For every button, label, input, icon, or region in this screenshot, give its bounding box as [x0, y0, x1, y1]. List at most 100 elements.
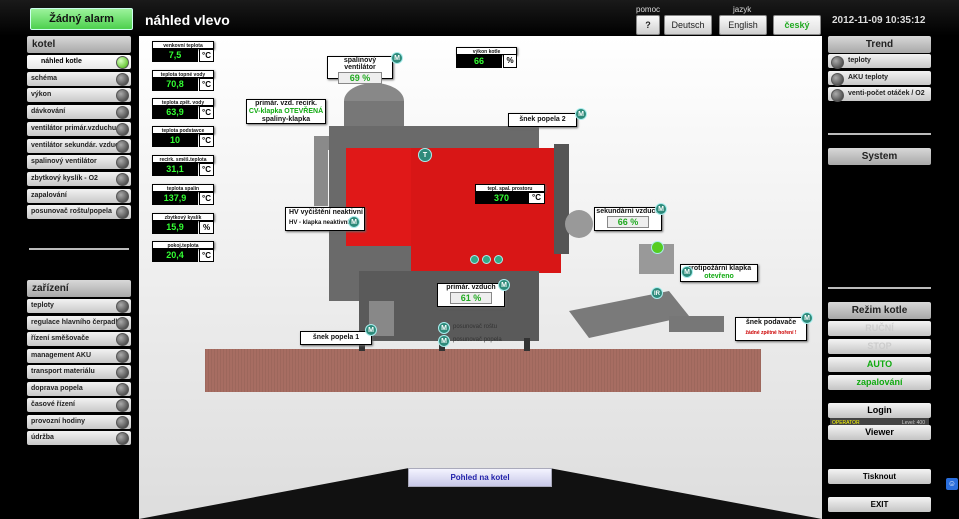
kotel-menu-item[interactable]: zbytkový kyslík - O2: [27, 171, 131, 186]
kotel-menu-item-label: výkon: [31, 91, 52, 99]
help-button[interactable]: ?: [636, 15, 660, 35]
feed-screw-box: šnek podavače žádné zpětné hoření !: [735, 317, 807, 341]
kotel-menu-item[interactable]: výkon: [27, 88, 131, 103]
measurement-label: teplota podstavce: [152, 126, 214, 134]
help-label: pomoc: [636, 5, 661, 14]
kotel-menu-item[interactable]: schéma: [27, 71, 131, 86]
login-button[interactable]: Login: [828, 403, 931, 418]
zarizeni-menu-item[interactable]: teploty: [27, 299, 131, 313]
ash-screw-1-motor-icon[interactable]: M: [365, 324, 377, 336]
mode-ignition-button[interactable]: zapalování: [828, 375, 931, 390]
mode-stop-button[interactable]: STOP: [828, 339, 931, 354]
measurement-label: venkovní teplota: [152, 41, 214, 49]
zarizeni-menu-item-label: provozní hodiny: [31, 417, 86, 425]
feed-screw-motor-icon[interactable]: M: [801, 312, 813, 324]
sensor-dot-3[interactable]: [494, 255, 503, 264]
kotel-menu-item[interactable]: náhled kotle: [27, 55, 131, 69]
temperature-sensor-icon[interactable]: T: [418, 148, 432, 162]
kotel-menu-item[interactable]: ventilátor sekundár. vzduchu: [27, 138, 131, 153]
measurement-value: 15,9: [152, 221, 198, 234]
zarizeni-menu-item[interactable]: management AKU: [27, 348, 131, 363]
fire-damper-motor-icon[interactable]: M: [681, 266, 693, 278]
kotel-menu-item[interactable]: posunovač roštu/popela: [27, 205, 131, 220]
boiler-view-button[interactable]: Pohled na kotel: [408, 468, 552, 487]
zarizeni-menu-item[interactable]: provozní hodiny: [27, 414, 131, 429]
power-unit: %: [503, 54, 517, 68]
status-led-icon: [116, 316, 129, 330]
measurement-value: 137,9: [152, 192, 198, 205]
hv-motor-icon[interactable]: M: [348, 216, 360, 228]
measurement-label: teplota spalin: [152, 184, 214, 192]
trend-item[interactable]: teploty: [828, 54, 931, 69]
trend-item[interactable]: AKU teploty: [828, 70, 931, 86]
status-led-icon: [116, 399, 129, 412]
measurement-unit: °C: [199, 134, 214, 147]
zarizeni-menu-item[interactable]: regulace hlavního čerpadla: [27, 315, 131, 330]
primary-air-value: 61 %: [450, 292, 492, 304]
status-led-icon: [116, 56, 129, 69]
ash-pusher-label: posunovač popela: [453, 337, 502, 343]
secondary-air-motor-icon[interactable]: M: [655, 203, 667, 215]
no-backburn-label: žádné zpětné hoření !: [745, 330, 797, 336]
kotel-menu-item[interactable]: zapalování: [27, 188, 131, 203]
zarizeni-menu-item-label: management AKU: [31, 351, 92, 359]
print-button[interactable]: Tisknout: [828, 469, 931, 484]
measurement-unit: °C: [199, 163, 214, 176]
flue-fan-motor-icon[interactable]: M: [391, 52, 403, 64]
flue-fan-value: 69 %: [338, 72, 382, 84]
system-button[interactable]: System: [828, 148, 931, 165]
combustion-temp-unit: °C: [528, 192, 545, 204]
ash-screw-2-motor-icon[interactable]: M: [575, 108, 587, 120]
trend-item-label: venti-počet otáček / O2: [848, 90, 925, 97]
zarizeni-menu-item[interactable]: doprava popela: [27, 381, 131, 396]
status-led-icon: [116, 415, 129, 429]
measurement-label: teplota topné vody: [152, 70, 214, 78]
status-led-icon: [116, 72, 129, 86]
measurement-value: 70,8: [152, 78, 198, 91]
zarizeni-menu-item-label: časové řízení: [31, 401, 75, 408]
lang-deutsch-button[interactable]: Deutsch: [664, 15, 712, 35]
measurement-label: pokoj.teplota: [152, 241, 214, 249]
lang-cesky-button[interactable]: český: [773, 15, 821, 35]
chat-icon[interactable]: ☺: [946, 478, 958, 490]
kotel-menu-item-label: spalinový ventilátor: [31, 158, 97, 166]
viewer-button[interactable]: Viewer: [828, 425, 931, 440]
zarizeni-menu-item[interactable]: údržba: [27, 431, 131, 445]
trend-led-icon: [831, 72, 844, 86]
trend-item[interactable]: venti-počet otáček / O2: [828, 87, 931, 102]
sensor-dot-1[interactable]: [470, 255, 479, 264]
sensor-dot-2[interactable]: [482, 255, 491, 264]
zarizeni-menu-item[interactable]: časové řízení: [27, 398, 131, 412]
combustion-temp-value: 370: [475, 192, 528, 204]
mode-manual-button[interactable]: RUČNÍ: [828, 321, 931, 336]
kotel-menu-item[interactable]: spalinový ventilátor: [27, 155, 131, 170]
lang-english-button[interactable]: English: [719, 15, 767, 35]
recirc-line1: primár. vzd. recirk.: [255, 100, 317, 107]
exit-button[interactable]: EXIT: [828, 497, 931, 512]
primary-air-motor-icon[interactable]: M: [498, 279, 510, 291]
kotel-menu-item-label: zapalování: [31, 191, 67, 199]
kotel-section-header: kotel: [27, 36, 131, 53]
grate-pusher-motor-icon[interactable]: M: [438, 322, 450, 334]
right-panel: Trend teploty AKU teploty venti-počet otáč…: [828, 36, 932, 516]
zarizeni-menu-item-label: teploty: [31, 302, 54, 309]
status-led-icon: [116, 300, 129, 313]
ash-screw-2-label: šnek popela 2: [508, 113, 577, 127]
ir-sensor-icon[interactable]: IR: [651, 287, 663, 299]
measurement-value: 7,5: [152, 49, 198, 62]
measurement-value: 63,9: [152, 106, 198, 119]
kotel-menu-item[interactable]: dávkování: [27, 105, 131, 120]
alarm-status-button[interactable]: Žádný alarm: [30, 8, 133, 30]
mode-auto-button[interactable]: AUTO: [828, 357, 931, 372]
zarizeni-menu-item[interactable]: řízení směšovače: [27, 332, 131, 346]
level-sensor-icon[interactable]: [651, 241, 664, 254]
measurement-unit: %: [199, 221, 214, 234]
kotel-menu-item-label: dávkování: [31, 108, 66, 116]
mode-header: Režim kotle: [828, 302, 931, 319]
measurement-value: 10: [152, 134, 198, 147]
ash-pusher-motor-icon[interactable]: M: [438, 335, 450, 347]
kotel-menu-item-label: posunovač roštu/popela: [31, 208, 112, 216]
kotel-menu-item[interactable]: ventilátor primár.vzduchu: [27, 121, 131, 136]
zarizeni-menu-item[interactable]: transport materiálu: [27, 365, 131, 379]
status-led-icon: [116, 139, 129, 153]
